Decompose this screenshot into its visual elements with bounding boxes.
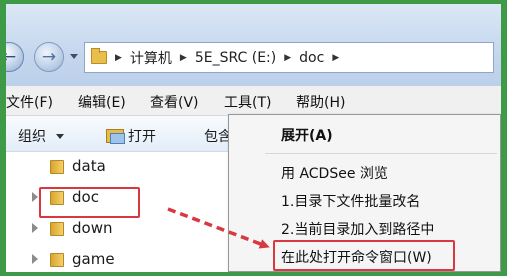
open-folder-icon: [106, 129, 125, 144]
open-label: 打开: [128, 129, 156, 145]
tree-item-game[interactable]: game: [6, 245, 236, 272]
menu-bar: 文件(F) 编辑(E) 查看(V) 工具(T) 帮助(H): [6, 86, 501, 116]
explorer-window: ← → ▶ 计算机 ▶ 5E_SRC (E:) ▶ doc ▶ 文件(F) 编辑…: [6, 4, 501, 272]
menu-view[interactable]: 查看(V): [150, 92, 199, 112]
recent-pages-dropdown-icon[interactable]: [70, 54, 78, 59]
tree-item-label: data: [72, 157, 106, 175]
arrow-left-icon: ←: [6, 47, 17, 67]
chevron-right-icon[interactable]: ▶: [284, 53, 291, 63]
open-button[interactable]: 打开: [106, 126, 156, 146]
breadcrumb-computer[interactable]: 计算机: [130, 48, 172, 68]
context-separator: [265, 153, 497, 154]
arrow-right-icon: →: [41, 47, 57, 67]
menu-tools[interactable]: 工具(T): [224, 92, 271, 112]
chevron-right-icon[interactable]: ▶: [332, 53, 339, 63]
folder-icon: [50, 222, 64, 236]
context-item-acdsee[interactable]: 用 ACDSee 浏览: [281, 163, 388, 183]
menu-file[interactable]: 文件(F): [6, 92, 53, 112]
expand-arrow-icon[interactable]: [32, 192, 38, 202]
tree-item-label: down: [72, 219, 113, 237]
back-button[interactable]: ←: [6, 42, 24, 72]
forward-button[interactable]: →: [34, 42, 64, 72]
navigation-bar: ← → ▶ 计算机 ▶ 5E_SRC (E:) ▶ doc ▶: [6, 4, 501, 86]
tree-item-label: game: [72, 250, 115, 268]
command-window-highlight-box: [273, 240, 455, 271]
chevron-right-icon[interactable]: ▶: [180, 53, 187, 63]
address-bar[interactable]: ▶ 计算机 ▶ 5E_SRC (E:) ▶ doc ▶: [84, 42, 494, 73]
organize-label: 组织: [18, 129, 46, 145]
folder-icon: [50, 253, 64, 267]
doc-highlight-box: [39, 187, 140, 218]
expand-arrow-icon[interactable]: [32, 254, 38, 264]
breadcrumb-drive[interactable]: 5E_SRC (E:): [195, 50, 276, 66]
tree-item-down[interactable]: down: [6, 214, 236, 244]
folder-icon: [91, 48, 107, 64]
menu-edit[interactable]: 编辑(E): [78, 92, 126, 112]
context-item-add-to-path[interactable]: 2.当前目录加入到路径中: [281, 219, 434, 239]
context-item-expand[interactable]: 展开(A): [281, 125, 333, 145]
context-menu: 展开(A) 用 ACDSee 浏览 1.目录下文件批量改名 2.当前目录加入到路…: [228, 114, 501, 272]
context-item-batch-rename[interactable]: 1.目录下文件批量改名: [281, 191, 420, 211]
chevron-down-icon: [56, 133, 64, 139]
menu-help[interactable]: 帮助(H): [296, 92, 345, 112]
tree-item-data[interactable]: data: [6, 152, 236, 182]
expand-arrow-icon[interactable]: [32, 223, 38, 233]
organize-button[interactable]: 组织: [18, 126, 64, 146]
chevron-right-icon[interactable]: ▶: [115, 53, 122, 63]
folder-icon: [50, 160, 64, 174]
breadcrumb-doc[interactable]: doc: [299, 50, 324, 66]
